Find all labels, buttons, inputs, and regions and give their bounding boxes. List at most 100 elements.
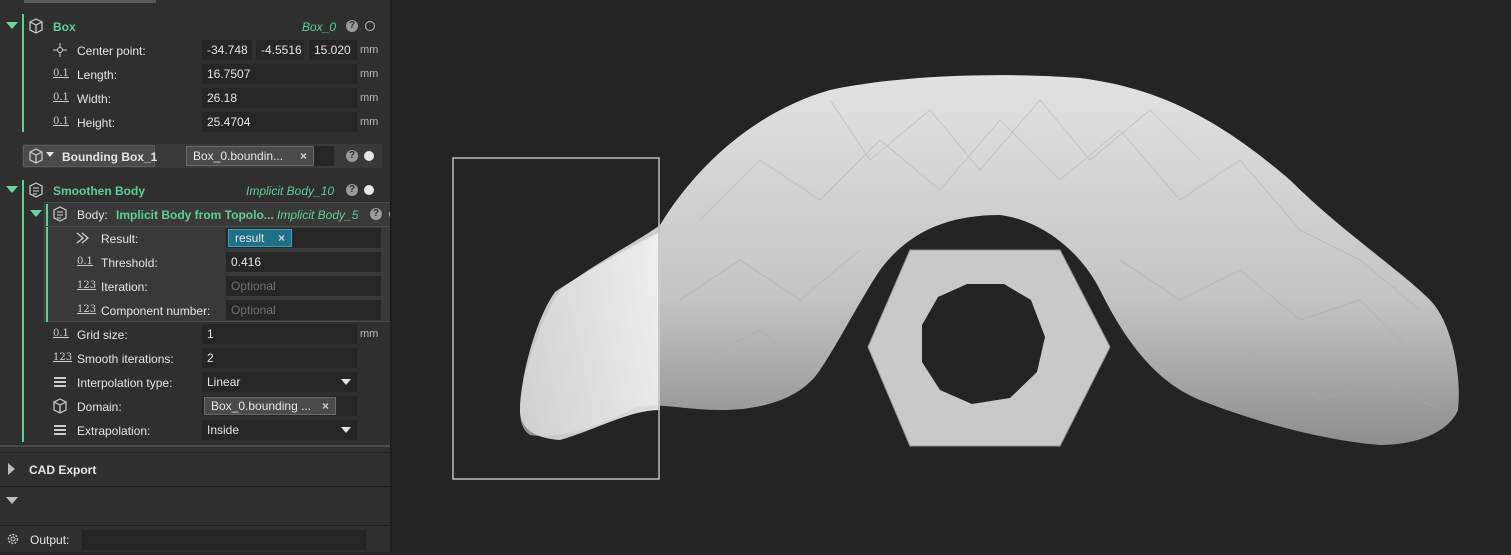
body-tree-bar [46,204,48,322]
decimal-icon: 0.1 [53,328,69,339]
grid-size-field[interactable]: 1 [202,324,357,344]
height-field[interactable]: 25.4704 [202,112,357,132]
help-icon[interactable]: ? [346,184,358,196]
divider [0,452,390,453]
mesh-render [452,75,1459,480]
body-ref: Implicit Body_5 [277,208,359,222]
chevron-down-icon[interactable] [46,152,54,157]
chevron-down-icon[interactable] [341,379,351,385]
domain-tag-label: Box_0.bounding ... [211,399,312,413]
center-point-label: Center point: [77,44,146,58]
domain-cube-icon [52,398,68,414]
decimal-icon: 0.1 [77,256,93,267]
interpolation-type-value: Linear [207,375,241,389]
list-icon [54,425,66,435]
interpolation-type-select[interactable]: Linear [202,372,357,392]
scroll-stub[interactable] [24,0,156,3]
unit-label: mm [360,328,379,340]
visibility-toggle-icon[interactable] [364,185,374,195]
integer-icon: 123 [77,304,97,315]
implicit-body-icon [52,206,68,222]
decimal-icon: 0.1 [53,116,69,127]
bounding-box-title: Bounding Box_1 [62,150,158,164]
length-label: Length: [77,68,118,82]
visibility-toggle-icon[interactable] [364,151,374,161]
expand-section-icon[interactable] [6,497,18,504]
box-cube-icon [28,18,44,34]
expand-body-icon[interactable] [30,210,42,217]
result-tag-label: result [235,231,265,245]
width-field[interactable]: 26.18 [202,88,357,108]
gear-icon [6,532,20,546]
smoothen-title: Smoothen Body [53,184,145,198]
smoothen-ref: Implicit Body_10 [246,184,335,198]
decimal-icon: 0.1 [53,92,69,103]
result-tag[interactable]: result × [228,229,292,247]
extrapolation-select[interactable]: Inside [202,420,357,440]
integer-icon: 123 [77,280,97,291]
expand-cad-export-icon[interactable] [8,463,15,475]
result-icon [76,231,92,245]
extrapolation-label: Extrapolation: [77,424,151,438]
divider [0,525,390,526]
divider [0,445,390,447]
component-number-field[interactable]: Optional [226,300,381,320]
integer-icon: 123 [53,352,73,363]
smooth-iterations-label: Smooth iterations: [77,352,174,366]
iteration-field[interactable]: Optional [226,276,381,296]
visibility-toggle-icon[interactable] [365,21,375,31]
implicit-body-icon [28,182,44,198]
list-icon [54,377,66,387]
expand-smoothen-icon[interactable] [6,186,18,193]
interpolation-type-label: Interpolation type: [77,376,173,390]
domain-tag[interactable]: Box_0.bounding ... × [204,397,336,415]
unit-label: mm [360,68,379,80]
help-icon[interactable]: ? [346,20,358,32]
unit-label: mm [360,44,379,56]
divider [0,486,390,487]
bounding-box-extra-field[interactable] [314,146,334,166]
body-label: Body: [77,208,108,222]
domain-label: Domain: [77,400,122,414]
center-z-field[interactable]: 15.020 [309,40,357,60]
cad-export-section[interactable]: CAD Export [29,463,96,477]
result-label: Result: [101,232,139,246]
threshold-field[interactable]: 0.416 [226,252,381,272]
close-icon[interactable]: × [278,231,285,245]
expand-box-icon[interactable] [6,22,18,29]
center-y-field[interactable]: -4.5516 [256,40,304,60]
help-icon[interactable]: ? [370,208,382,220]
width-label: Width: [77,92,112,106]
decimal-icon: 0.1 [53,68,69,79]
close-icon[interactable]: × [322,399,329,413]
smooth-iterations-field[interactable]: 2 [202,348,357,368]
extrapolation-value: Inside [207,423,240,437]
box-ref: Box_0 [302,20,337,34]
bounding-box-cube-icon [28,148,44,164]
grid-size-label: Grid size: [77,328,128,342]
center-point-icon [53,43,67,57]
bounding-box-input-label: Box_0.boundin... [193,149,284,163]
threshold-label: Threshold: [101,256,158,270]
arch-left-lobe [520,232,660,440]
unit-label: mm [360,92,379,104]
divider [46,226,406,227]
component-number-label: Component number: [101,304,211,318]
body-value[interactable]: Implicit Body from Topolo... [116,208,274,222]
box-tree-bar [22,14,24,132]
output-field[interactable] [82,530,366,550]
output-label: Output: [30,533,70,547]
close-icon[interactable]: × [300,149,307,163]
smoothen-tree-bar [22,180,24,442]
height-label: Height: [77,116,116,130]
box-title: Box [53,20,76,34]
property-panel: Box Box_0 ? Center point: -34.748 -4.551… [0,0,406,552]
unit-label: mm [360,116,379,128]
bounding-box-input-tag[interactable]: Box_0.boundin... × [186,146,314,166]
length-field[interactable]: 16.7507 [202,64,357,84]
center-x-field[interactable]: -34.748 [202,40,252,60]
3d-viewport[interactable] [392,0,1511,552]
iteration-label: Iteration: [101,280,148,294]
chevron-down-icon[interactable] [341,427,351,433]
help-icon[interactable]: ? [346,150,358,162]
